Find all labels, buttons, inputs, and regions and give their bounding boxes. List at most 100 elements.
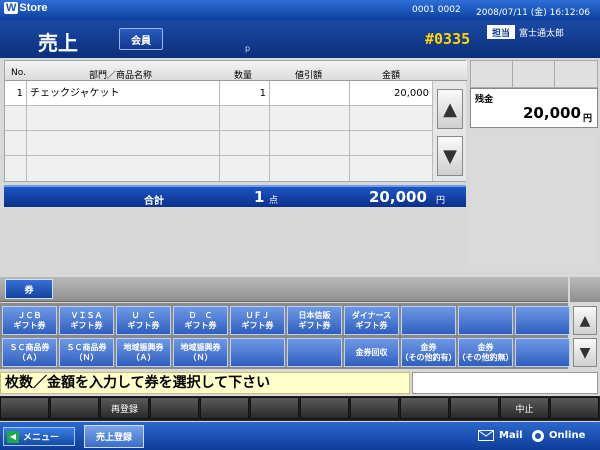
function-key[interactable] [350, 397, 399, 419]
w-logo-icon: W [4, 2, 19, 14]
p-mark: p [245, 44, 251, 53]
row-cell [5, 156, 27, 181]
total-bar: 合計 1 点 20,000 円 [4, 185, 466, 207]
row-item: チェックジャケット [27, 81, 220, 106]
table-scroll: ▲ ▼ [433, 81, 466, 181]
row-cell [220, 131, 270, 156]
grid-scroll-down-button[interactable]: ▼ [573, 338, 597, 367]
row-cell [350, 131, 433, 156]
row-cell [220, 156, 270, 181]
info-segment [471, 61, 513, 87]
row-amount: 20,000 [350, 81, 433, 106]
function-key[interactable] [150, 397, 199, 419]
voucher-button[interactable] [515, 306, 570, 335]
right-info-bar [470, 60, 598, 88]
voucher-button-grid: ＪＣＢ ギフト券 ＶＩＳＡ ギフト券 Ｕ Ｃ ギフト券 Ｄ Ｃ ギフト券 ＵＦＪ ギフト… [0, 303, 570, 369]
voucher-button[interactable]: Ｄ Ｃ ギフト券 [173, 306, 228, 335]
balance-panel: 残金 20,000 円 [470, 88, 598, 128]
receipt-number: #0335 [425, 30, 471, 48]
voucher-button[interactable]: 地域振興券 （Ａ） [116, 338, 171, 367]
total-label: 合計 [144, 196, 164, 207]
mail-envelope-icon [479, 431, 493, 437]
amount-input[interactable] [412, 372, 598, 394]
voucher-button[interactable]: ダイナース ギフト券 [344, 306, 399, 335]
right-panel [470, 130, 598, 270]
row-discount [270, 81, 350, 106]
total-amount-unit: 円 [436, 196, 446, 206]
triangle-down-icon: ▼ [443, 145, 457, 167]
table-row[interactable] [5, 156, 433, 181]
balance-amount: 20,000 [523, 104, 581, 122]
function-key[interactable] [300, 397, 349, 419]
function-key[interactable] [200, 397, 249, 419]
app-logo: W Store [4, 2, 48, 14]
screen-header: 売上 会員 p #0335 担当 富士通太郎 [0, 20, 600, 58]
voucher-button[interactable] [515, 338, 570, 367]
datetime: 2008/07/11 (金) 16:12:06 [476, 8, 591, 18]
category-tab-strip: 券 [0, 277, 568, 302]
scroll-up-button[interactable]: ▲ [437, 89, 463, 129]
info-segment [513, 61, 555, 87]
voucher-button[interactable]: Ｕ Ｃ ギフト券 [116, 306, 171, 335]
scroll-down-button[interactable]: ▼ [437, 136, 463, 176]
function-key[interactable] [50, 397, 99, 419]
menu-label: メニュー [23, 433, 60, 443]
table-row[interactable] [5, 106, 433, 131]
voucher-button[interactable] [458, 306, 513, 335]
screen-title: 売上 [38, 31, 78, 55]
voucher-button[interactable] [230, 338, 285, 367]
staff-name: 富士通太郎 [519, 29, 565, 39]
function-key[interactable] [400, 397, 449, 419]
function-key[interactable] [0, 397, 49, 419]
function-key[interactable]: 再登録 [100, 397, 149, 419]
row-cell [27, 131, 220, 156]
row-cell [5, 131, 27, 156]
col-discount: 値引額 [295, 71, 323, 81]
function-key[interactable] [450, 397, 499, 419]
grid-scroll-up-button[interactable]: ▲ [573, 306, 597, 335]
voucher-button[interactable]: ＳＣ商品券 （Ａ） [2, 338, 57, 367]
row-cell [270, 156, 350, 181]
table-row[interactable]: 1 チェックジャケット 1 20,000 [5, 81, 433, 106]
staff-label: 担当 [487, 25, 515, 39]
menu-button[interactable]: ◀ メニュー [3, 427, 75, 446]
voucher-button[interactable] [287, 338, 342, 367]
task-sales-entry[interactable]: 売上登録 [84, 425, 144, 448]
row-cell [27, 156, 220, 181]
total-count-unit: 点 [269, 196, 279, 206]
triangle-down-icon: ▼ [579, 344, 591, 361]
triangle-up-icon: ▲ [579, 312, 591, 329]
voucher-button[interactable]: ＵＦＪ ギフト券 [230, 306, 285, 335]
voucher-button[interactable]: 金券 （その他釣有） [401, 338, 457, 367]
title-bar: W Store 0001 0002 2008/07/11 (金) 16:12:06 [0, 0, 600, 20]
voucher-button[interactable]: 金券 （その他釣無） [458, 338, 514, 367]
item-table: No. 部門／商品名称 数量 値引額 金額 1 チェックジャケット 1 20,0… [4, 60, 467, 182]
voucher-button[interactable]: ＪＣＢ ギフト券 [2, 306, 57, 335]
voucher-button[interactable]: 金券回収 [344, 338, 399, 367]
voucher-button[interactable]: ＶＩＳＡ ギフト券 [59, 306, 114, 335]
row-cell [270, 131, 350, 156]
voucher-button[interactable]: 日本信販 ギフト券 [287, 306, 342, 335]
table-row[interactable] [5, 131, 433, 156]
row-cell [27, 106, 220, 131]
status-bar: ◀ メニュー 売上登録 Mail Online [0, 422, 600, 450]
voucher-button[interactable]: 地域振興券 （Ｎ） [173, 338, 228, 367]
online-icon [532, 430, 544, 442]
col-qty: 数量 [234, 71, 253, 81]
function-key[interactable] [250, 397, 299, 419]
function-key[interactable]: 中止 [500, 397, 549, 419]
mail-label[interactable]: Mail [499, 430, 523, 441]
voucher-button[interactable] [401, 306, 456, 335]
grid-scroll: ▲ ▼ [570, 303, 600, 369]
online-label: Online [549, 430, 586, 441]
triangle-up-icon: ▲ [443, 98, 457, 120]
mail-icon [478, 430, 494, 441]
message-bar: 枚数／金額を入力して券を選択して下さい [0, 372, 410, 394]
row-cell [220, 106, 270, 131]
member-button[interactable]: 会員 [119, 28, 163, 50]
voucher-button[interactable]: ＳＣ商品券 （Ｎ） [59, 338, 114, 367]
tab-voucher[interactable]: 券 [5, 279, 53, 299]
total-amount: 20,000 [369, 188, 427, 206]
function-key[interactable] [550, 397, 599, 419]
row-cell [350, 106, 433, 131]
